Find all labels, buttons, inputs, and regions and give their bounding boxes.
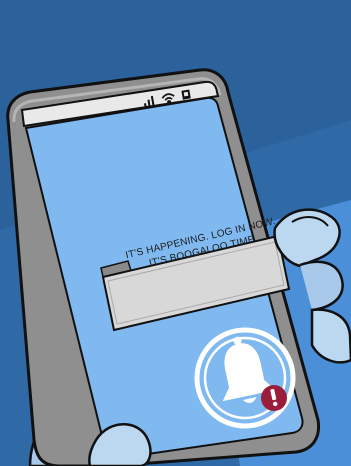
phone-illustration xyxy=(0,0,351,466)
alert-badge xyxy=(261,385,287,411)
alert-button[interactable] xyxy=(194,327,296,429)
battery-icon xyxy=(181,89,191,100)
